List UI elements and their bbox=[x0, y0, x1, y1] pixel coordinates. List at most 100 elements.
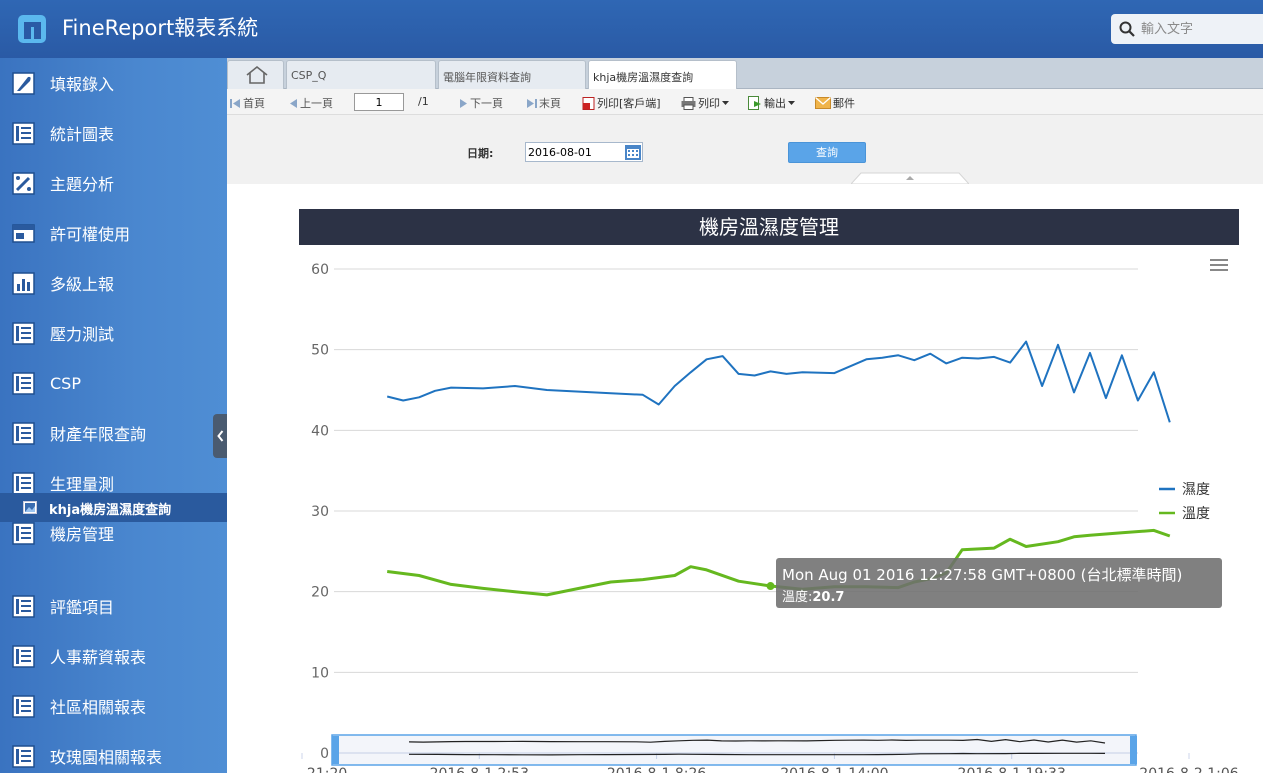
hovered-point bbox=[766, 582, 775, 591]
sidebar-item-0[interactable]: 填報錄入 bbox=[0, 58, 227, 108]
sidebar-item-label: 生理量測 bbox=[50, 475, 115, 494]
export-icon bbox=[748, 96, 761, 110]
report-icon bbox=[12, 421, 35, 445]
report-icon bbox=[12, 521, 35, 545]
chart-grid bbox=[334, 268, 1138, 754]
x-tick-label: 6-7-31 21:20 bbox=[299, 766, 347, 773]
sidebar-item-label: 統計圖表 bbox=[50, 125, 115, 144]
print-label: 列印 bbox=[698, 97, 720, 110]
x-tick-label: 2016-8-1 2:53 bbox=[430, 766, 529, 773]
sidebar-item-label: 許可權使用 bbox=[50, 225, 131, 244]
y-tick-label: 0 bbox=[320, 746, 329, 762]
bar-chart-icon bbox=[12, 271, 35, 295]
prev-page-button[interactable]: 上一頁 bbox=[289, 95, 333, 111]
parameter-panel: 日期: 查詢 bbox=[227, 115, 1263, 184]
window-icon bbox=[12, 223, 35, 243]
tooltip-value: 20.7 bbox=[812, 590, 845, 605]
sidebar-item-label: 財產年限查詢 bbox=[50, 425, 147, 444]
report-icon bbox=[12, 371, 35, 395]
query-button[interactable]: 查詢 bbox=[788, 142, 866, 163]
param-collapse-tab[interactable] bbox=[851, 172, 969, 184]
tooltip-body: 溫度:20.7 bbox=[782, 586, 844, 605]
search-input[interactable] bbox=[1141, 18, 1261, 40]
tab-label: CSP_Q bbox=[291, 69, 327, 82]
report-icon bbox=[12, 121, 35, 145]
sidebar-item-6[interactable]: CSP bbox=[0, 358, 227, 408]
date-field[interactable] bbox=[525, 142, 643, 162]
sidebar-item-1[interactable]: 統計圖表 bbox=[0, 108, 227, 158]
page-number-input[interactable] bbox=[354, 93, 404, 111]
chart-tooltip: Mon Aug 01 2016 12:27:58 GMT+0800 (台北標準時… bbox=[776, 558, 1222, 608]
tooltip-series: 溫度: bbox=[782, 590, 813, 605]
sidebar-item-3[interactable]: 許可權使用 bbox=[0, 208, 227, 258]
finereport-logo-icon[interactable] bbox=[16, 13, 48, 45]
last-page-button[interactable]: 末頁 bbox=[526, 95, 561, 111]
total-pages-label: /1 bbox=[418, 95, 429, 108]
report-icon bbox=[12, 744, 35, 768]
x-tick-label: 2016-8-2 1:06 bbox=[1139, 766, 1239, 773]
image-icon bbox=[23, 501, 37, 514]
sidebar-item-11[interactable]: 人事薪資報表 bbox=[0, 631, 227, 681]
sidebar-item-label: 壓力測試 bbox=[50, 325, 115, 344]
export-button[interactable]: 輸出 bbox=[748, 95, 795, 111]
next-page-button[interactable]: 下一頁 bbox=[459, 95, 503, 111]
y-tick-label: 30 bbox=[311, 504, 329, 520]
sidebar-item-label: 玫瑰園相關報表 bbox=[50, 748, 163, 767]
report-icon bbox=[12, 321, 35, 345]
mail-button[interactable]: 郵件 bbox=[815, 95, 855, 111]
tab-bar: CSP_Q 電腦年限資料查詢 khja機房溫濕度查詢 bbox=[227, 58, 1263, 89]
sidebar-item-2[interactable]: 主題分析 bbox=[0, 158, 227, 208]
app-header: FineReport報表系統 bbox=[0, 0, 1263, 58]
sidebar-item-label: 多級上報 bbox=[50, 275, 115, 294]
tab-home[interactable] bbox=[227, 60, 284, 89]
sidebar-item-4[interactable]: 多級上報 bbox=[0, 258, 227, 308]
report-icon bbox=[12, 471, 35, 495]
tooltip-title: Mon Aug 01 2016 12:27:58 GMT+0800 (台北標準時… bbox=[782, 566, 1183, 584]
mail-icon bbox=[815, 97, 831, 109]
sidebar-item-12[interactable]: 社區相關報表 bbox=[0, 681, 227, 731]
search-box[interactable] bbox=[1111, 14, 1263, 44]
printer-icon bbox=[681, 96, 696, 110]
export-label: 輸出 bbox=[764, 97, 786, 110]
sidebar-sub-item-label: khja機房溫濕度查詢 bbox=[49, 503, 172, 518]
sidebar-item-13[interactable]: 玫瑰園相關報表 bbox=[0, 731, 227, 773]
sidebar-item-7[interactable]: 財產年限查詢 bbox=[0, 408, 227, 458]
sidebar-collapse-button[interactable] bbox=[213, 414, 228, 458]
search-icon[interactable] bbox=[1119, 21, 1135, 37]
line-chart: 0 10 20 30 40 50 60 6-7-31 21:20 2016-8-1 2:53 2… bbox=[299, 209, 1239, 773]
last-page-label: 末頁 bbox=[539, 97, 561, 110]
home-icon bbox=[246, 65, 268, 84]
y-tick-label: 40 bbox=[311, 423, 329, 439]
main-area: CSP_Q 電腦年限資料查詢 khja機房溫濕度查詢 首頁 上一頁 /1 下一頁… bbox=[227, 58, 1263, 773]
chevron-left-icon bbox=[217, 430, 224, 442]
x-tick-label: 2016-8-1 14:00 bbox=[780, 766, 888, 773]
report-icon bbox=[12, 644, 35, 668]
tab-computer-age-query[interactable]: 電腦年限資料查詢 bbox=[438, 60, 586, 89]
tab-csp-q[interactable]: CSP_Q bbox=[286, 60, 436, 89]
navigator-handle bbox=[1130, 736, 1137, 764]
first-page-icon bbox=[230, 98, 240, 108]
first-page-label: 首頁 bbox=[243, 97, 265, 110]
tab-khja-room-query[interactable]: khja機房溫濕度查詢 bbox=[588, 60, 737, 89]
caret-down-icon bbox=[788, 100, 795, 105]
sidebar-sub-item-khja[interactable]: khja機房溫濕度查詢 bbox=[0, 493, 227, 522]
sidebar-item-label: 機房管理 bbox=[50, 525, 115, 544]
sidebar-item-10[interactable]: 評鑑項目 bbox=[0, 581, 227, 631]
prev-page-label: 上一頁 bbox=[300, 97, 333, 110]
sidebar-item-label: 填報錄入 bbox=[50, 75, 115, 94]
series-line-0 bbox=[386, 340, 1171, 423]
print-button[interactable]: 列印 bbox=[681, 95, 729, 111]
calendar-icon[interactable] bbox=[624, 143, 642, 161]
y-tick-label: 10 bbox=[311, 665, 329, 681]
sidebar-item-5[interactable]: 壓力測試 bbox=[0, 308, 227, 358]
navigator-handle bbox=[332, 736, 339, 764]
chart-menu-icon[interactable] bbox=[1210, 258, 1228, 272]
print-client-button[interactable]: 列印[客戶端] bbox=[582, 95, 661, 111]
x-tick-label: 2016-8-1 19:33 bbox=[958, 766, 1066, 773]
first-page-button[interactable]: 首頁 bbox=[230, 95, 265, 111]
legend-label: 溫度 bbox=[1182, 506, 1210, 522]
sidebar-item-label: 社區相關報表 bbox=[50, 698, 147, 717]
date-input[interactable] bbox=[528, 144, 624, 160]
print-client-label: 列印[客戶端] bbox=[597, 97, 661, 110]
wand-icon bbox=[12, 171, 35, 195]
